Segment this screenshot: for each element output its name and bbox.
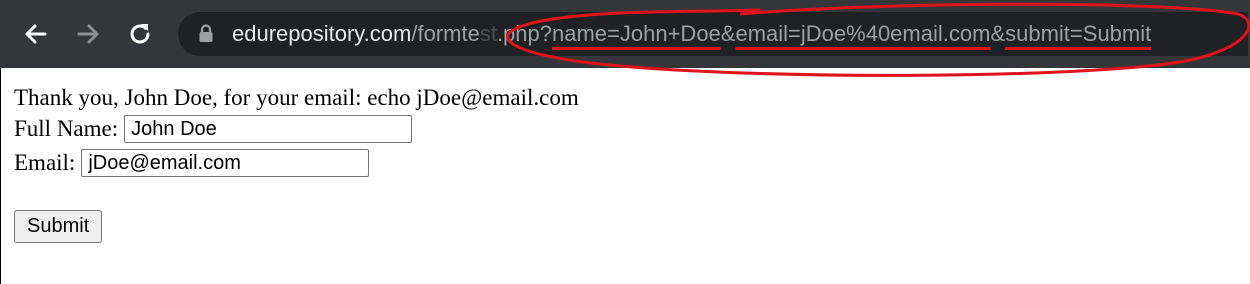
email-label: Email: — [14, 150, 76, 175]
url-host: edurepository.com — [232, 21, 412, 46]
forward-arrow-icon — [77, 24, 99, 44]
address-bar-url[interactable]: edurepository.com/formtest.php?name=John… — [232, 19, 1151, 49]
forward-button[interactable] — [68, 14, 108, 54]
full-name-label: Full Name: — [14, 116, 119, 141]
url-amp: & — [990, 21, 1006, 46]
url-path-hidden: st — [479, 21, 497, 46]
url-query-name: name=John+Doe — [552, 21, 721, 46]
url-path-mid: .php? — [496, 21, 552, 46]
back-arrow-icon — [25, 24, 47, 44]
page-content: Thank you, John Doe, for your email: ech… — [14, 84, 579, 180]
back-button[interactable] — [16, 14, 56, 54]
reload-icon — [130, 24, 150, 44]
url-amp: & — [720, 21, 736, 46]
submit-button[interactable]: Submit — [14, 210, 103, 243]
url-query-submit: submit=Submit — [1005, 21, 1152, 46]
full-name-input[interactable] — [124, 115, 413, 143]
page-left-border — [0, 68, 1, 284]
lock-icon — [199, 24, 213, 42]
url-query-email: email=jDoe%40email.com — [735, 21, 991, 46]
thank-you-message: Thank you, John Doe, for your email: ech… — [14, 85, 579, 110]
url-path-prefix: /formte — [411, 21, 480, 46]
email-input[interactable] — [81, 149, 370, 177]
reload-button[interactable] — [120, 14, 160, 54]
browser-toolbar: edurepository.com/formtest.php?name=John… — [0, 0, 1250, 68]
